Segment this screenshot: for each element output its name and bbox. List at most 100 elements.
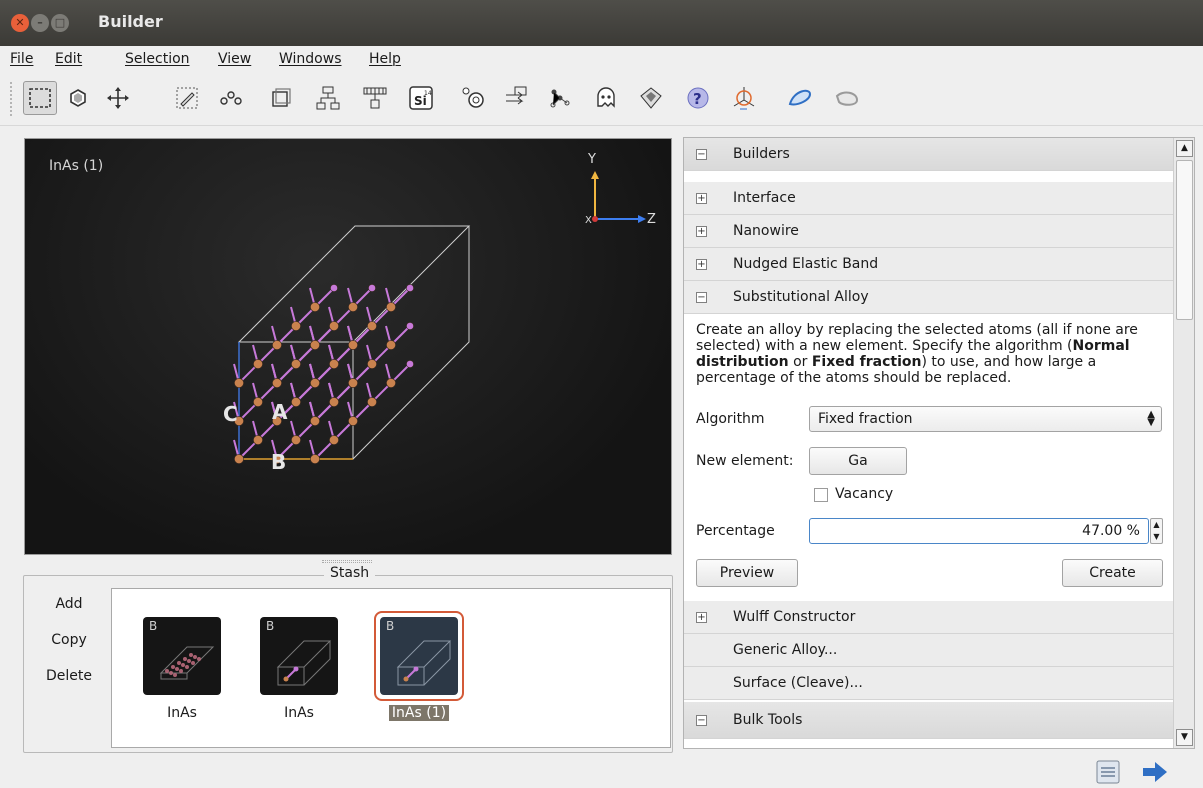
- section-interface[interactable]: + Interface: [684, 182, 1174, 215]
- cube-tool-icon[interactable]: [634, 81, 668, 115]
- menu-selection[interactable]: Selection: [125, 51, 190, 67]
- menu-edit[interactable]: Edit: [55, 51, 82, 67]
- algorithm-select[interactable]: Fixed fraction ▲ ▼: [809, 406, 1162, 432]
- stash-item-thumbnail[interactable]: B: [260, 617, 338, 695]
- surface-cleave-item[interactable]: Surface (Cleave)...: [684, 667, 1174, 700]
- viewport-stash-splitter[interactable]: [322, 560, 372, 563]
- stash-item-thumbnail[interactable]: B: [143, 617, 221, 695]
- menu-file[interactable]: File: [10, 51, 33, 67]
- select-tool-icon[interactable]: [23, 81, 57, 115]
- atom: [348, 340, 358, 350]
- atom: [291, 359, 301, 369]
- log-icon[interactable]: [1096, 760, 1120, 784]
- atom-tool-icon[interactable]: [456, 81, 490, 115]
- atom: [310, 454, 320, 464]
- atom: [367, 321, 377, 331]
- percentage-stepper[interactable]: ▲ ▼: [1150, 518, 1163, 544]
- help-tool-icon[interactable]: ?: [681, 81, 715, 115]
- scrollbar-thumb[interactable]: [1176, 160, 1193, 320]
- title-bar: ✕ – □ Builder: [0, 0, 1203, 46]
- stash-panel: Stash Add Copy Delete B InAs B InAs B In…: [23, 565, 673, 753]
- bulk-tools-header[interactable]: − Bulk Tools: [684, 702, 1174, 739]
- menu-help[interactable]: Help: [369, 51, 401, 67]
- atom: [406, 360, 414, 368]
- badge: B: [149, 619, 158, 633]
- atom: [386, 378, 396, 388]
- edit-tool-icon[interactable]: [170, 81, 204, 115]
- atom: [253, 359, 263, 369]
- atom: [291, 435, 301, 445]
- structure-viewport[interactable]: InAs (1) Y Z X C A B: [24, 138, 672, 555]
- menu-bar: File Edit Selection View Windows Help: [0, 46, 1203, 72]
- ghost-tool-icon[interactable]: [589, 81, 623, 115]
- si-element-tool-icon[interactable]: Si 14: [404, 81, 438, 115]
- status-icons: [1095, 758, 1185, 788]
- menu-view[interactable]: View: [218, 51, 251, 67]
- percentage-label: Percentage: [696, 523, 775, 539]
- algorithm-label: Algorithm: [696, 411, 765, 427]
- section-substitutional-alloy[interactable]: − Substitutional Alloy: [684, 281, 1174, 314]
- stash-copy-button[interactable]: Copy: [36, 632, 102, 668]
- stash-item-label: InAs: [284, 705, 314, 721]
- atom: [348, 378, 358, 388]
- stash-list: B InAs B InAs B InAs (1): [111, 588, 671, 748]
- atom: [272, 340, 282, 350]
- next-arrow-icon[interactable]: [1143, 762, 1167, 782]
- stash-item-thumbnail[interactable]: B: [380, 617, 458, 695]
- preview-button[interactable]: Preview: [696, 559, 798, 587]
- collapse-icon: −: [696, 292, 707, 303]
- builders-panel: − Builders + Interface + Nanowire + Nudg…: [683, 137, 1195, 749]
- section-wulff-constructor[interactable]: + Wulff Constructor: [684, 601, 1174, 634]
- atom: [234, 454, 244, 464]
- bonds-tool-icon[interactable]: [214, 81, 248, 115]
- builders-header[interactable]: − Builders: [684, 138, 1174, 171]
- atom: [234, 378, 244, 388]
- create-button[interactable]: Create: [1062, 559, 1163, 587]
- atom: [253, 435, 263, 445]
- shape1-tool-icon[interactable]: [783, 81, 817, 115]
- stash-delete-button[interactable]: Delete: [36, 668, 102, 704]
- move-tool-icon[interactable]: [101, 81, 135, 115]
- grid-tool-icon[interactable]: [358, 81, 392, 115]
- new-element-button[interactable]: Ga: [809, 447, 907, 475]
- stash-add-button[interactable]: Add: [36, 596, 102, 632]
- generic-alloy-item[interactable]: Generic Alloy...: [684, 634, 1174, 667]
- atom: [329, 435, 339, 445]
- atom: [368, 284, 376, 292]
- section-nanowire[interactable]: + Nanowire: [684, 215, 1174, 248]
- panel-scrollbar[interactable]: ▲ ▼: [1173, 138, 1194, 748]
- transform-tool-icon[interactable]: [499, 81, 533, 115]
- close-window-button[interactable]: ✕: [11, 14, 29, 32]
- crystal-view: Y Z X C A B: [223, 152, 656, 474]
- axes-tool-icon[interactable]: [727, 81, 761, 115]
- hexagon-tool-icon[interactable]: [61, 81, 95, 115]
- scroll-up-icon[interactable]: ▲: [1176, 140, 1193, 157]
- molecule-tool-icon[interactable]: [543, 81, 577, 115]
- percentage-input[interactable]: 47.00 %: [809, 518, 1149, 544]
- atom: [367, 359, 377, 369]
- scroll-down-icon[interactable]: ▼: [1176, 729, 1193, 746]
- menu-windows[interactable]: Windows: [279, 51, 342, 67]
- atom: [310, 302, 320, 312]
- expand-icon: +: [696, 259, 707, 270]
- minimize-window-button[interactable]: –: [31, 14, 49, 32]
- toolbar-grip[interactable]: [10, 82, 15, 116]
- atom: [386, 302, 396, 312]
- tree-tool-icon[interactable]: [311, 81, 345, 115]
- svg-text:X: X: [585, 215, 592, 226]
- atom: [406, 322, 414, 330]
- svg-text:Z: Z: [647, 212, 656, 227]
- svg-text:C: C: [223, 402, 238, 426]
- expand-icon: +: [696, 612, 707, 623]
- collapse-icon: −: [696, 149, 707, 160]
- atom: [329, 359, 339, 369]
- atom: [253, 397, 263, 407]
- maximize-window-button[interactable]: □: [51, 14, 69, 32]
- vacancy-checkbox[interactable]: [814, 488, 828, 502]
- atom: [310, 378, 320, 388]
- cell-tool-icon[interactable]: [264, 81, 298, 115]
- stash-item-label: InAs: [167, 705, 197, 721]
- updown-arrow-icon: ▲ ▼: [1147, 409, 1155, 428]
- shape2-tool-icon[interactable]: [830, 81, 864, 115]
- section-nudged-elastic-band[interactable]: + Nudged Elastic Band: [684, 248, 1174, 281]
